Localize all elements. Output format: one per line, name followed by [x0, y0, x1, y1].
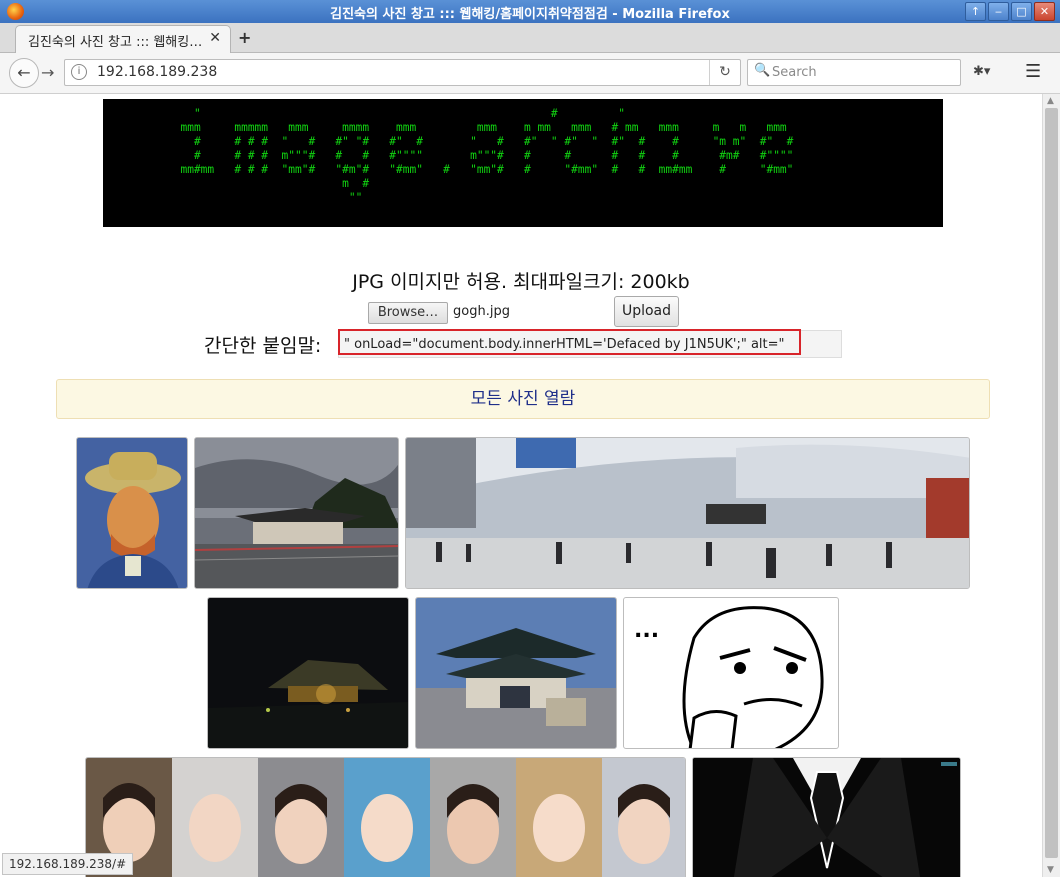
photo-gyeongbokgung[interactable]	[415, 597, 617, 749]
reload-icon[interactable]: ↻	[709, 60, 740, 85]
status-link-preview: 192.168.189.238/#	[2, 853, 134, 875]
ascii-banner: " # " mmm mmmmm mmm mmmm mmm mmm m mm mm…	[103, 99, 943, 227]
injection-highlight-box	[338, 329, 801, 355]
idol-collage-image	[86, 758, 685, 877]
suit-tie-image	[693, 758, 960, 877]
upload-notice: JPG 이미지만 허용. 최대파일크기: 200kb	[352, 271, 690, 293]
tab-close-icon[interactable]: ✕	[209, 30, 221, 46]
tab-photo-storage[interactable]: 김진숙의 사진 창고 ::: 웹해킹… ✕	[15, 25, 231, 53]
search-placeholder: Search	[772, 65, 817, 80]
url-bar[interactable]: i 192.168.189.238 ↻	[64, 59, 741, 86]
train-station-image	[406, 438, 969, 588]
vertical-scrollbar[interactable]: ▲ ▼	[1042, 94, 1060, 877]
photo-idol-collage[interactable]	[85, 757, 686, 877]
url-text[interactable]: 192.168.189.238	[97, 64, 217, 80]
window-title: 김진숙의 사진 창고 ::: 웹해킹/홈페이지취약점점검 - Mozilla F…	[330, 7, 730, 22]
maximize-icon[interactable]: □	[1011, 2, 1032, 21]
scroll-down-icon[interactable]: ▼	[1047, 865, 1054, 875]
meme-dots: ...	[634, 618, 660, 643]
search-icon: 🔍	[754, 63, 771, 78]
extension-icon[interactable]: ✱▾	[973, 64, 990, 79]
palace-night-image	[208, 598, 408, 748]
forward-icon[interactable]: →	[41, 63, 54, 82]
photo-gogh-portrait[interactable]	[76, 437, 188, 589]
close-window-icon[interactable]: ✕	[1034, 2, 1055, 21]
tab-strip: 김진숙의 사진 창고 ::: 웹해킹… ✕ +	[0, 23, 1060, 53]
upload-button[interactable]: Upload	[614, 296, 679, 327]
selected-filename: gogh.jpg	[453, 304, 510, 319]
gogh-portrait-image	[77, 438, 187, 588]
photo-thinking-meme[interactable]: ...	[623, 597, 839, 749]
site-info-icon[interactable]: i	[71, 64, 87, 80]
photo-train-station[interactable]	[405, 437, 970, 589]
ascii-art: " # " mmm mmmmm mmm mmmm mmm mmm m mm mm…	[180, 107, 794, 204]
hamburger-menu-icon[interactable]: ☰	[1025, 61, 1041, 82]
search-input[interactable]: 🔍 Search	[747, 59, 961, 86]
caption-label: 간단한 붙임말:	[204, 335, 322, 357]
minimize-icon[interactable]: ‒	[988, 2, 1009, 21]
korean-building-image	[195, 438, 398, 588]
back-button[interactable]: ←	[9, 58, 39, 88]
photo-suit-tie[interactable]	[692, 757, 961, 877]
photo-korean-building[interactable]	[194, 437, 399, 589]
scrollbar-thumb[interactable]	[1045, 108, 1058, 858]
page-content: " # " mmm mmmmm mmm mmmm mmm mmm m mm mm…	[0, 94, 1042, 877]
photo-palace-night[interactable]	[207, 597, 409, 749]
window-titlebar: 김진숙의 사진 창고 ::: 웹해킹/홈페이지취약점점검 - Mozilla F…	[0, 0, 1060, 23]
browse-button[interactable]: Browse…	[368, 302, 448, 324]
view-all-photos-button[interactable]: 모든 사진 열람	[56, 379, 990, 419]
window-up-icon[interactable]: ↑	[965, 2, 986, 21]
new-tab-icon[interactable]: +	[238, 28, 251, 47]
tab-title: 김진숙의 사진 창고 ::: 웹해킹…	[28, 35, 203, 50]
gyeongbokgung-image	[416, 598, 616, 748]
scroll-up-icon[interactable]: ▲	[1047, 96, 1054, 106]
navigation-toolbar: ← → i 192.168.189.238 ↻ 🔍 Search ✱▾ ☰	[0, 53, 1060, 94]
